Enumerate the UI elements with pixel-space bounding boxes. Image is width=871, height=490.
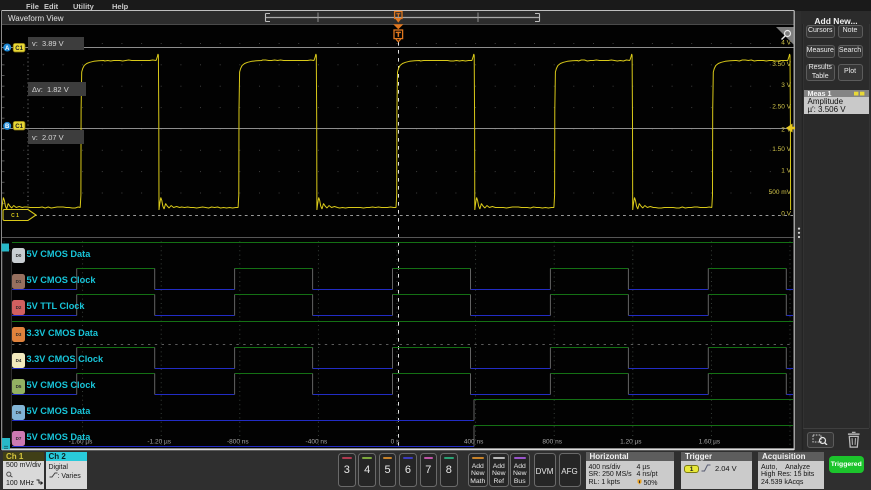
svg-text:500 mV: 500 mV	[769, 189, 792, 196]
svg-text:400 ns: 400 ns	[464, 439, 484, 446]
svg-text:1.20 µs: 1.20 µs	[620, 439, 642, 446]
svg-text:C 1: C 1	[11, 213, 19, 219]
svg-text:800 ns: 800 ns	[542, 439, 562, 446]
svg-text:-800 ns: -800 ns	[227, 439, 249, 446]
svg-text:-400 ns: -400 ns	[306, 439, 328, 446]
svg-text:0 V: 0 V	[781, 210, 791, 217]
svg-text:1.60 µs: 1.60 µs	[699, 439, 721, 446]
svg-text:1.50 V: 1.50 V	[772, 146, 791, 153]
svg-text:-1.20 µs: -1.20 µs	[147, 439, 171, 446]
svg-text:1 V: 1 V	[781, 168, 791, 175]
svg-text:B: B	[5, 124, 10, 130]
svg-text:C1: C1	[15, 124, 23, 130]
svg-text:0 s: 0 s	[391, 439, 400, 446]
